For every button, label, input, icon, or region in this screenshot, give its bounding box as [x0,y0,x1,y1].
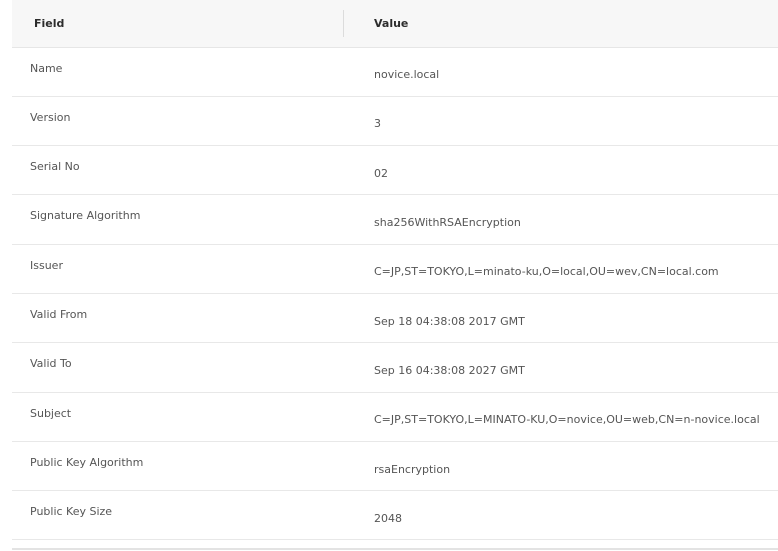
table-row: Name novice.local [12,47,778,97]
field-cell: Serial No [30,160,80,174]
table-row: Public Key Algorithm rsaEncryption [12,441,778,491]
table-row: Subject C=JP,ST=TOKYO,L=MINATO-KU,O=novi… [12,392,778,442]
field-cell: Version [30,110,71,124]
value-cell: C=JP,ST=TOKYO,L=MINATO-KU,O=novice,OU=we… [374,413,760,427]
value-cell: Sep 16 04:38:08 2027 GMT [374,363,525,377]
value-cell: 3 [374,117,381,131]
value-cell: sha256WithRSAEncryption [374,216,521,230]
table-bottom-divider [12,548,778,550]
table-row: Signature Algorithm sha256WithRSAEncrypt… [12,195,778,245]
table-header: Field Value [12,0,778,48]
value-cell: 2048 [374,511,402,525]
field-column-header[interactable]: Field [12,0,344,48]
field-cell: Subject [30,406,72,420]
value-cell: Sep 18 04:38:08 2017 GMT [374,314,525,328]
value-column-header[interactable]: Value [344,0,778,48]
value-cell: 02 [374,166,388,180]
table-body: Name novice.local Version 3 Serial No 02… [12,47,778,540]
field-cell: Public Key Size [30,505,113,519]
table-row: Issuer C=JP,ST=TOKYO,L=minato-ku,O=local… [12,244,778,294]
field-cell: Public Key Algorithm [30,455,144,469]
table-row: Public Key Size 2048 [12,491,778,540]
field-cell: Issuer [30,258,63,272]
table-row: Valid From Sep 18 04:38:08 2017 GMT [12,293,778,343]
table-row: Valid To Sep 16 04:38:08 2027 GMT [12,343,778,393]
field-cell: Signature Algorithm [30,209,141,223]
table-row: Serial No 02 [12,146,778,195]
field-cell: Valid To [30,357,72,371]
table-header-row: Field Value [12,0,778,48]
value-cell: novice.local [374,68,440,82]
certificate-details-table: Field Value Name novice.local Version 3 … [12,0,778,540]
field-cell: Valid From [30,307,88,321]
value-cell: rsaEncryption [374,462,451,476]
table-row: Version 3 [12,96,778,146]
value-cell: C=JP,ST=TOKYO,L=minato-ku,O=local,OU=wev… [374,265,719,279]
field-cell: Name [30,61,63,75]
